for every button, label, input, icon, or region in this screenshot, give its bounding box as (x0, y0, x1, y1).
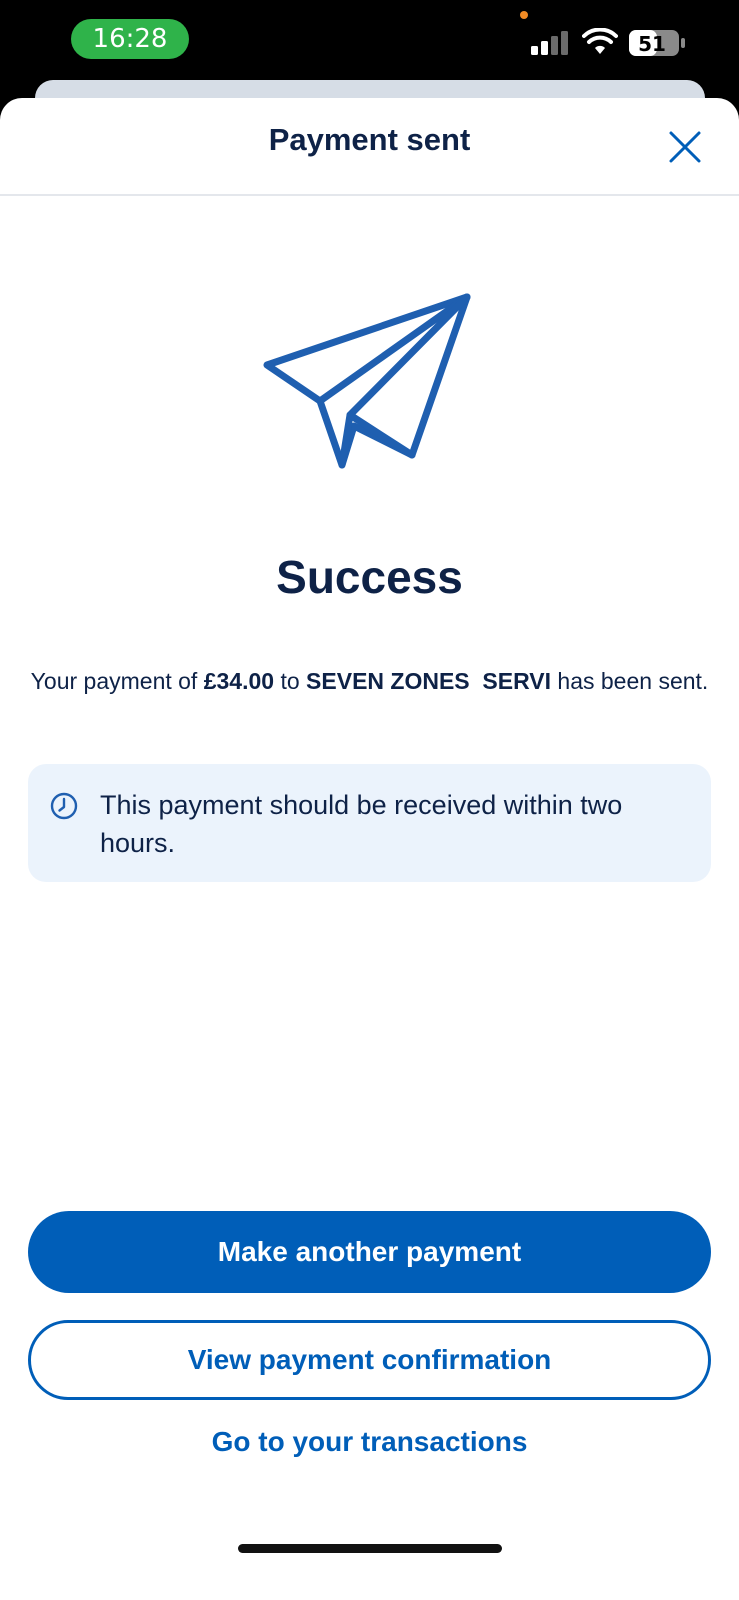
close-button[interactable] (662, 124, 708, 170)
battery-icon: 51 (629, 30, 685, 56)
message-prefix: Your payment of (30, 668, 204, 694)
battery-level: 51 (638, 32, 666, 56)
close-icon (669, 131, 701, 163)
payment-sent-sheet: Payment sent Success Your payment of £34… (0, 98, 739, 1600)
message-suffix: has been sent. (551, 668, 709, 694)
payment-amount: £34.00 (203, 668, 275, 694)
message-middle: to (274, 668, 307, 694)
info-text: This payment should be received within t… (100, 790, 623, 858)
payment-message: Your payment of £34.00 to SEVEN ZONES SE… (0, 668, 739, 695)
home-indicator[interactable] (238, 1544, 502, 1553)
status-bar: 16:28 51 (0, 0, 739, 80)
wifi-icon (582, 28, 618, 54)
make-another-payment-button[interactable]: Make another payment (28, 1211, 711, 1293)
success-heading: Success (276, 551, 463, 603)
paper-plane-icon (263, 293, 471, 469)
page-title: Payment sent (268, 122, 471, 157)
clock-icon (50, 792, 78, 820)
payee-name: SEVEN ZONES SERVI (306, 668, 552, 694)
signal-icon (531, 31, 568, 55)
view-payment-confirmation-button[interactable]: View payment confirmation (28, 1320, 711, 1400)
privacy-indicator (520, 11, 528, 19)
info-notice: This payment should be received within t… (28, 764, 711, 882)
sheet-header: Payment sent (0, 98, 739, 196)
go-to-transactions-link[interactable]: Go to your transactions (0, 1426, 739, 1458)
status-time: 16:28 (71, 19, 189, 59)
